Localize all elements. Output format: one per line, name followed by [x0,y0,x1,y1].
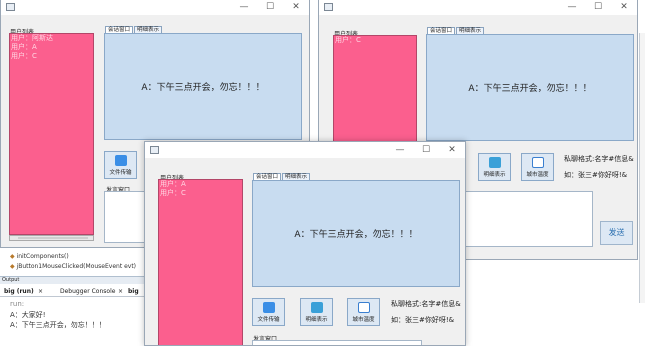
detail-icon [310,302,323,313]
message-input[interactable] [104,191,149,243]
city-temperature-button[interactable]: 城市温度 [347,298,380,326]
user-item[interactable]: 用户：C [10,52,93,61]
user-item[interactable]: 用户：C [334,36,416,45]
button-label: 明细表示 [483,172,506,178]
button-label: 文件传输 [109,170,132,176]
folder-icon [262,302,275,313]
method-icon: ◆ [10,253,15,260]
close-button[interactable]: ✕ [611,0,637,15]
tab-close-icon[interactable]: × [118,288,123,295]
detail-button[interactable]: 明细表示 [300,298,333,326]
private-chat-format-hint: 私聊格式:名字#信息& [564,155,634,163]
horizontal-scrollbar[interactable] [9,235,94,241]
folder-icon [114,155,127,166]
chat-message: A：下午三点开会，勿忘！！！ [141,83,265,93]
user-item[interactable]: 用户：阿斯达 [10,34,93,43]
background-window-edge [639,33,645,303]
ide-tree-line-1[interactable]: ◆ initComponents() [10,253,69,260]
detail-icon [488,157,501,168]
file-transfer-button[interactable]: 文件传输 [252,298,285,326]
chat-window-front: — ☐ ✕ 用户列表 用户：A 用户：C 会话窗口 明细表示 A：下午三点开会，… [144,141,466,346]
chat-display: A：下午三点开会，勿忘！！！ [104,33,302,140]
maximize-button[interactable]: ☐ [413,142,439,158]
console-line-2: A：大家好! [10,311,46,319]
title-bar[interactable]: — ☐ ✕ [1,0,309,15]
button-label: 明细表示 [305,317,328,323]
title-bar[interactable]: — ☐ ✕ [319,0,637,15]
chat-display: A：下午三点开会，勿忘！！！ [426,34,634,141]
user-item[interactable]: 用户：C [159,189,242,198]
thermometer-icon [531,157,544,168]
scroll-thumb[interactable] [18,237,88,239]
chat-message: A：下午三点开会，勿忘！！！ [468,84,592,94]
detail-button[interactable]: 明细表示 [478,153,511,181]
user-item[interactable]: 用户：A [10,43,93,52]
close-button[interactable]: ✕ [283,0,309,15]
tab-close-icon[interactable]: × [38,288,43,295]
title-bar[interactable]: — ☐ ✕ [145,142,465,158]
user-list[interactable]: 用户：A 用户：C [158,179,243,345]
output-label: Output [2,277,20,283]
tab-big-run[interactable]: big (run) [4,288,34,295]
button-label: 城市温度 [352,317,375,323]
minimize-button[interactable]: — [387,142,413,158]
app-icon [324,3,333,11]
tab-debugger-console[interactable]: Debugger Console [60,288,115,295]
send-button[interactable]: 发送 [600,221,633,245]
app-icon [150,146,159,154]
message-input[interactable] [461,191,593,247]
output-header: Output [0,276,146,284]
app-icon [6,3,15,11]
minimize-button[interactable]: — [559,0,585,15]
thermometer-icon [357,302,370,313]
output-tabbar: big (run) × Debugger Console × big [0,286,146,297]
console-line-1: run: [10,300,25,308]
ide-tree-line-2[interactable]: ◆ jButton1MouseClicked(MouseEvent evt) [10,263,136,270]
city-temperature-button[interactable]: 城市温度 [521,153,554,181]
private-chat-example-hint: 如：张三#你好呀!& [391,316,455,324]
console-line-3: A：下午三点开会，勿忘！！！ [10,321,106,329]
user-list[interactable]: 用户：阿斯达 用户：A 用户：C [9,33,94,235]
button-label: 城市温度 [526,172,549,178]
file-transfer-button[interactable]: 文件传输 [104,151,137,179]
button-label: 文件传输 [257,317,280,323]
close-button[interactable]: ✕ [439,142,465,158]
private-chat-format-hint: 私聊格式:名字#信息& [391,300,461,308]
user-item[interactable]: 用户：A [159,180,242,189]
chat-message: A：下午三点开会，勿忘！！！ [294,230,418,240]
minimize-button[interactable]: — [231,0,257,15]
tree-line-text: initComponents() [16,253,69,260]
method-icon: ◆ [10,263,15,270]
chat-display: A：下午三点开会，勿忘！！！ [252,180,460,287]
tab-big[interactable]: big [128,288,139,295]
maximize-button[interactable]: ☐ [257,0,283,15]
ide-panel: ◆ initComponents() ◆ jButton1MouseClicke… [0,246,146,341]
private-chat-example-hint: 如：张三#你好呀!& [564,171,628,179]
maximize-button[interactable]: ☐ [585,0,611,15]
tree-line-text: jButton1MouseClicked(MouseEvent evt) [16,263,137,270]
